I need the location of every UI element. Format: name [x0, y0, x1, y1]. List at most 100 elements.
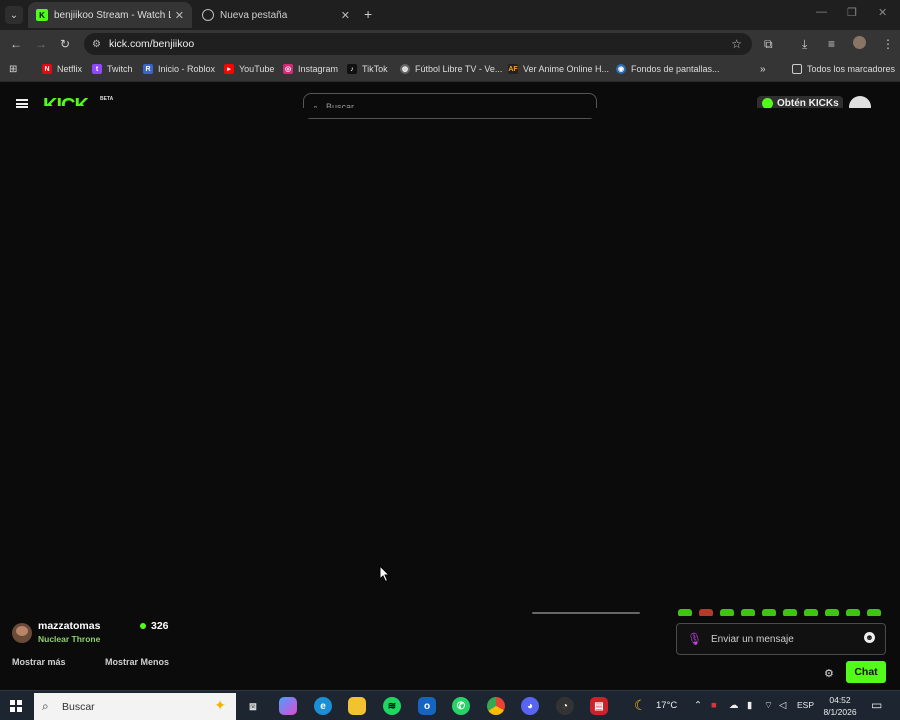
bookmark-label: Twitch: [107, 64, 133, 74]
tiktok-icon: ♪: [347, 64, 357, 74]
close-icon[interactable]: ✕: [341, 9, 350, 22]
notifications-icon[interactable]: ▭: [871, 698, 882, 712]
bookmark-instagram[interactable]: ◎ Instagram: [283, 64, 338, 74]
bookmark-star-icon[interactable]: ☆: [731, 37, 742, 51]
chrome-icon[interactable]: [487, 697, 505, 715]
window-close-button[interactable]: ✕: [878, 6, 887, 19]
bookmark-label: Ver Anime Online H...: [523, 64, 610, 74]
get-kicks-button[interactable]: Obtén KICKs: [757, 96, 843, 108]
more-bookmarks-icon[interactable]: »: [760, 64, 766, 75]
stream-category[interactable]: Nuclear Throne: [38, 634, 100, 644]
tray-app-icon[interactable]: ■: [711, 700, 717, 711]
reload-icon[interactable]: ↻: [60, 37, 70, 51]
microphone-icon[interactable]: 🎙: [687, 632, 702, 646]
kebab-menu-icon[interactable]: ⋮: [882, 37, 894, 51]
tab-title: benjiikoo Stream - Watch Live o: [54, 9, 171, 21]
emote-icon[interactable]: [846, 609, 860, 616]
clock-date: 8/1/2026: [823, 707, 857, 717]
media-control-icon[interactable]: ≡: [828, 37, 835, 51]
kick-icon: K: [36, 9, 48, 21]
emote-icon[interactable]: [762, 609, 776, 616]
emote-icon[interactable]: [825, 609, 839, 616]
profile-avatar[interactable]: [853, 36, 866, 49]
beta-badge: BETA: [100, 96, 114, 102]
emoji-icon[interactable]: ☻: [864, 632, 875, 643]
weather-moon-icon[interactable]: ☾: [634, 697, 647, 714]
tray-chevron-icon[interactable]: ⌃: [694, 700, 702, 711]
speedometer-icon[interactable]: ◔: [556, 697, 574, 715]
send-chat-button[interactable]: Chat: [846, 661, 886, 683]
kick-logo[interactable]: KICK: [43, 96, 88, 106]
wifi-icon[interactable]: ⌔: [764, 700, 773, 711]
bookmark-fondos[interactable]: ◉ Fondos de pantallas...: [616, 64, 720, 74]
back-icon[interactable]: ←: [10, 37, 22, 51]
bookmark-label: TikTok: [362, 64, 388, 74]
chat-message-input[interactable]: 🎙 Enviar un mensaje ☻: [676, 623, 886, 655]
chat-settings-icon[interactable]: ⚙: [824, 667, 834, 680]
file-explorer-icon[interactable]: [348, 697, 366, 715]
volume-icon[interactable]: ◁: [779, 700, 786, 711]
bookmark-anime[interactable]: AF Ver Anime Online H...: [508, 64, 609, 74]
app-red-icon[interactable]: ▤: [590, 697, 608, 715]
tab-active[interactable]: K benjiikoo Stream - Watch Live o ✕: [28, 2, 192, 28]
youtube-icon: ▸: [224, 64, 234, 74]
all-bookmarks[interactable]: Todos los marcadores: [792, 64, 895, 74]
viewer-count-value: 326: [151, 620, 169, 632]
bookmark-twitch[interactable]: t Twitch: [92, 64, 133, 74]
weather-temp[interactable]: 17°C: [656, 700, 677, 711]
download-icon[interactable]: ⤓: [802, 37, 807, 52]
mic-tray-icon[interactable]: ▮: [747, 700, 752, 711]
url-text: kick.com/benjiikoo: [108, 38, 195, 50]
emote-icon[interactable]: [804, 609, 818, 616]
copilot-icon[interactable]: [279, 697, 297, 715]
edge-icon[interactable]: e: [314, 697, 332, 715]
emote-icon[interactable]: [720, 609, 734, 616]
language-indicator[interactable]: ESP: [797, 700, 814, 710]
folder-icon: [792, 64, 802, 74]
bookmark-label: Fondos de pantallas...: [631, 64, 720, 74]
onedrive-icon[interactable]: ☁: [729, 700, 739, 711]
taskbar-search[interactable]: ⌕ Buscar ✦: [34, 693, 236, 720]
emote-icon[interactable]: [741, 609, 755, 616]
new-tab-button[interactable]: +: [364, 6, 372, 22]
bookmark-label: Inicio - Roblox: [158, 64, 216, 74]
close-icon[interactable]: ✕: [175, 9, 184, 22]
bookmark-youtube[interactable]: ▸ YouTube: [224, 64, 274, 74]
menu-icon[interactable]: [16, 99, 28, 108]
streamer-avatar[interactable]: [12, 623, 32, 643]
apps-grid-icon[interactable]: ⊞: [9, 64, 17, 75]
tab-inactive[interactable]: Nueva pestaña ✕: [194, 2, 358, 28]
extensions-icon[interactable]: ⧉: [764, 37, 773, 52]
address-bar[interactable]: ⚙ kick.com/benjiikoo ☆: [84, 33, 752, 55]
emote-icon[interactable]: [783, 609, 797, 616]
outlook-icon[interactable]: o: [418, 697, 436, 715]
whatsapp-icon[interactable]: ✆: [452, 697, 470, 715]
user-menu-button[interactable]: [849, 96, 871, 108]
copilot-sparkle-icon: ✦: [214, 697, 226, 713]
emote-icon[interactable]: [678, 609, 692, 616]
instagram-icon: ◎: [283, 64, 293, 74]
streamer-name[interactable]: mazzatomas: [38, 620, 100, 632]
discord-icon[interactable]: ◕: [521, 697, 539, 715]
taskbar-clock[interactable]: 04:52 8/1/2026: [818, 694, 862, 718]
forward-icon[interactable]: →: [35, 37, 47, 51]
restore-button[interactable]: ❐: [847, 6, 857, 19]
tab-search-button[interactable]: ⌄: [5, 6, 23, 24]
minimize-button[interactable]: —: [816, 6, 827, 18]
show-less-button[interactable]: Mostrar Menos: [105, 657, 169, 667]
emote-icon[interactable]: [867, 609, 881, 616]
spotify-icon[interactable]: ≋: [383, 697, 401, 715]
show-more-button[interactable]: Mostrar más: [12, 657, 66, 667]
bookmark-tiktok[interactable]: ♪ TikTok: [347, 64, 388, 74]
site-info-icon[interactable]: ⚙: [92, 39, 101, 50]
emote-icon[interactable]: [699, 609, 713, 616]
carousel-scrollbar[interactable]: [532, 612, 640, 614]
search-icon: ⌕: [42, 699, 49, 713]
bookmark-netflix[interactable]: N Netflix: [42, 64, 82, 74]
bookmark-roblox[interactable]: R Inicio - Roblox: [143, 64, 215, 74]
task-view-icon[interactable]: ⧈: [244, 697, 262, 715]
browser-toolbar: ← → ↻ ⚙ kick.com/benjiikoo ☆ ⧉ ⤓ ≡ ⋮: [0, 30, 900, 58]
windows-start-icon[interactable]: [10, 700, 22, 712]
bookmark-futbol[interactable]: ◍ Fútbol Libre TV - Ve...: [400, 64, 502, 74]
emote-strip: [676, 606, 891, 616]
